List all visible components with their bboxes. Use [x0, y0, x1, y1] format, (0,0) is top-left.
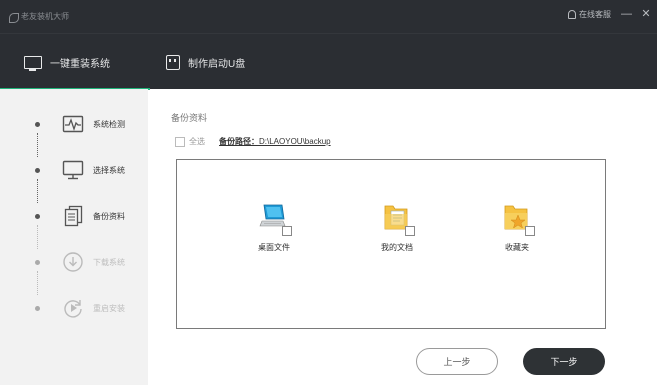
file-checkbox[interactable]: [282, 226, 292, 236]
step-label: 备份资料: [93, 212, 125, 221]
step-label: 下载系统: [93, 258, 125, 267]
documents-icon: [64, 205, 83, 227]
select-all-checkbox[interactable]: [175, 136, 185, 147]
backup-path-label: 备份路径：: [219, 137, 259, 146]
app-title-text: 老友装机大师: [21, 12, 69, 21]
file-item-favorites[interactable]: 收藏夹: [482, 202, 552, 256]
tab-make-boot-usb[interactable]: 制作启动U盘: [166, 34, 245, 90]
tab-label: 一键重装系统: [50, 58, 110, 70]
step-label: 选择系统: [93, 166, 125, 175]
file-label: 桌面文件: [258, 243, 290, 252]
step-sidebar: 系统检测 选择系统 备份资料 下载系统 重启安装: [0, 89, 148, 385]
online-support-label: 在线客服: [579, 10, 611, 19]
app-title: 老友装机大师: [8, 11, 69, 23]
file-checkbox[interactable]: [525, 226, 535, 236]
backup-file-list: 桌面文件 我的文档 收藏夹: [176, 159, 606, 329]
step-dot: [35, 214, 40, 219]
backup-path-value: D:\LAOYOU\backup: [259, 137, 331, 146]
restart-icon: [64, 300, 82, 318]
step-system-check: 系统检测: [0, 110, 148, 138]
monitor-icon: [62, 160, 84, 180]
title-bar: 老友装机大师 在线客服 — ✕: [0, 0, 657, 33]
download-icon: [63, 252, 83, 272]
top-navigation: 一键重装系统 制作启动U盘: [0, 33, 657, 90]
select-all-label[interactable]: 全选: [189, 136, 205, 147]
step-download-system: 下载系统: [0, 248, 148, 276]
tab-one-click-reinstall[interactable]: 一键重装系统: [0, 34, 150, 90]
step-dot: [35, 260, 40, 265]
file-label: 收藏夹: [505, 243, 529, 252]
usb-drive-icon: [166, 54, 180, 70]
online-support-button[interactable]: 在线客服: [568, 9, 611, 20]
file-item-my-documents[interactable]: 我的文档: [362, 202, 432, 256]
step-label: 系统检测: [93, 120, 125, 129]
step-label: 重启安装: [93, 304, 125, 313]
step-choose-system: 选择系统: [0, 156, 148, 184]
step-restart-install: 重启安装: [0, 294, 148, 322]
bell-icon: [568, 10, 576, 19]
window-controls: 在线客服 — ✕: [568, 9, 651, 20]
tab-label: 制作启动U盘: [188, 58, 246, 70]
file-label: 我的文档: [381, 243, 413, 252]
next-step-button[interactable]: 下一步: [523, 348, 605, 375]
monitor-icon: [24, 55, 42, 71]
close-button[interactable]: ✕: [641, 9, 651, 20]
section-title: 备份资料: [171, 113, 208, 123]
app-logo-icon: [8, 12, 19, 23]
step-dot: [35, 168, 40, 173]
step-backup-data: 备份资料: [0, 202, 148, 230]
minimize-button[interactable]: —: [621, 9, 632, 20]
file-checkbox[interactable]: [405, 226, 415, 236]
step-dot: [35, 122, 40, 127]
backup-options: 全选 备份路径：D:\LAOYOU\backup: [175, 136, 331, 147]
backup-path-link[interactable]: 备份路径：D:\LAOYOU\backup: [219, 136, 331, 147]
previous-step-button[interactable]: 上一步: [416, 348, 498, 375]
file-item-desktop[interactable]: 桌面文件: [239, 202, 309, 256]
step-dot: [35, 306, 40, 311]
pulse-icon: [62, 115, 84, 133]
